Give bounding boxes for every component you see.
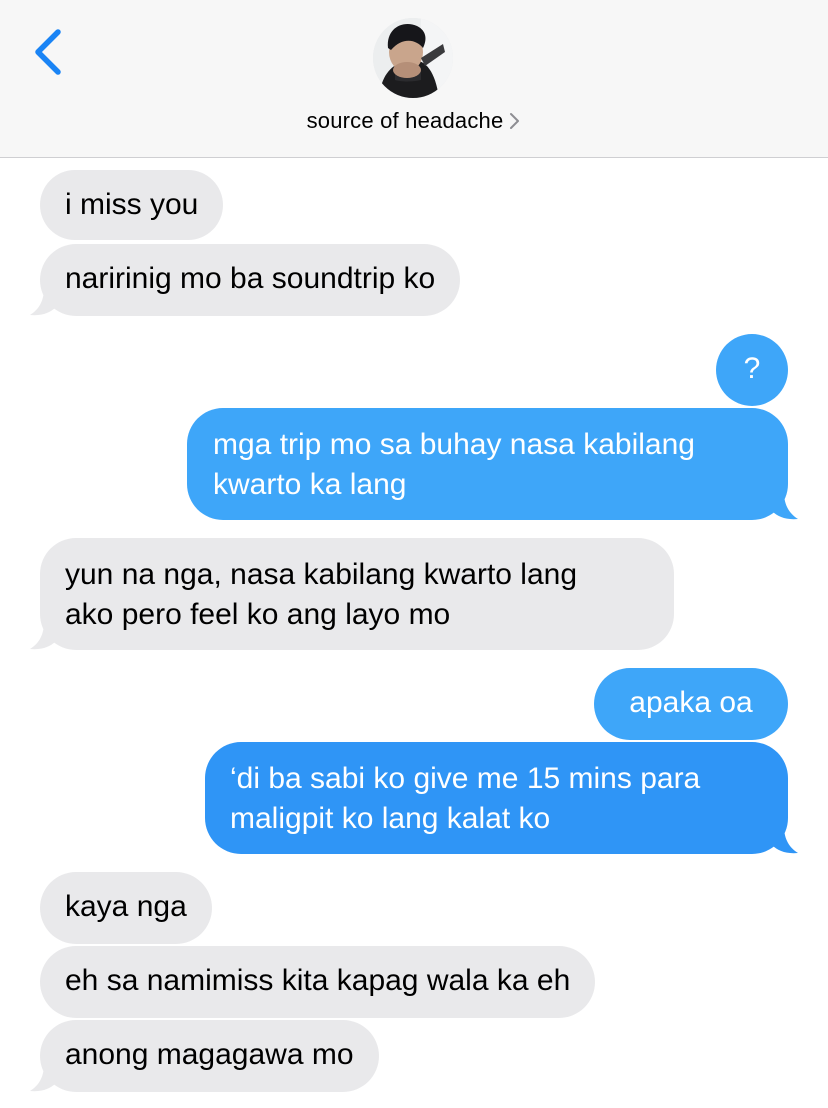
contact-name: source of headache [306,108,504,133]
message-bubble-received[interactable]: anong magagawa mo [40,1020,379,1092]
contact-avatar[interactable] [373,18,453,98]
message-text: naririnig mo ba soundtrip ko [65,262,436,295]
messages-screen: source of headache i miss you naririnig … [0,0,828,1108]
conversation-header: source of headache [0,0,828,158]
message-bubble-sent[interactable]: mga trip mo sa buhay nasa kabilang kwart… [187,408,788,520]
message-bubble-received[interactable]: kaya nga [40,872,212,944]
message-text: ? [743,352,761,385]
message-line: maligpit ko lang kalat ko [230,802,551,835]
message-bubble-received[interactable]: eh sa namimiss kita kapag wala ka eh [40,946,596,1018]
bubble-tail [30,1064,56,1092]
message-bubble-sent[interactable]: ‘di ba sabi ko give me 15 mins para mali… [205,742,788,854]
message-line: ‘di ba sabi ko give me 15 mins para [230,762,701,795]
bubble-tail [30,288,56,316]
message-bubble-received[interactable]: yun na nga, nasa kabilang kwarto lang ak… [40,538,674,650]
back-button[interactable] [28,24,72,80]
message-bubble-received[interactable]: i miss you [40,170,224,240]
message-text: kaya nga [65,890,187,923]
message-text: i miss you [65,188,199,221]
avatar-photo [373,18,453,98]
bubble-tail [772,826,798,854]
contact-name-button[interactable]: source of headache [0,108,828,136]
message-line: ako pero feel ko ang layo mo [65,598,451,631]
message-text: anong magagawa mo [65,1038,354,1071]
message-line: mga trip mo sa buhay nasa kabilang [213,428,695,461]
message-bubble-received[interactable]: naririnig mo ba soundtrip ko [40,244,461,316]
message-line: yun na nga, nasa kabilang kwarto lang [65,558,578,591]
chevron-right-icon [509,110,521,136]
bubble-tail [772,492,798,520]
chevron-left-icon [35,29,61,75]
bubble-tail [30,622,56,650]
message-bubble-sent[interactable]: apaka oa [594,668,788,740]
message-text: eh sa namimiss kita kapag wala ka eh [65,964,571,997]
message-line: kwarto ka lang [213,468,407,501]
message-text: apaka oa [629,686,753,719]
message-bubble-sent[interactable]: ? [716,334,788,406]
